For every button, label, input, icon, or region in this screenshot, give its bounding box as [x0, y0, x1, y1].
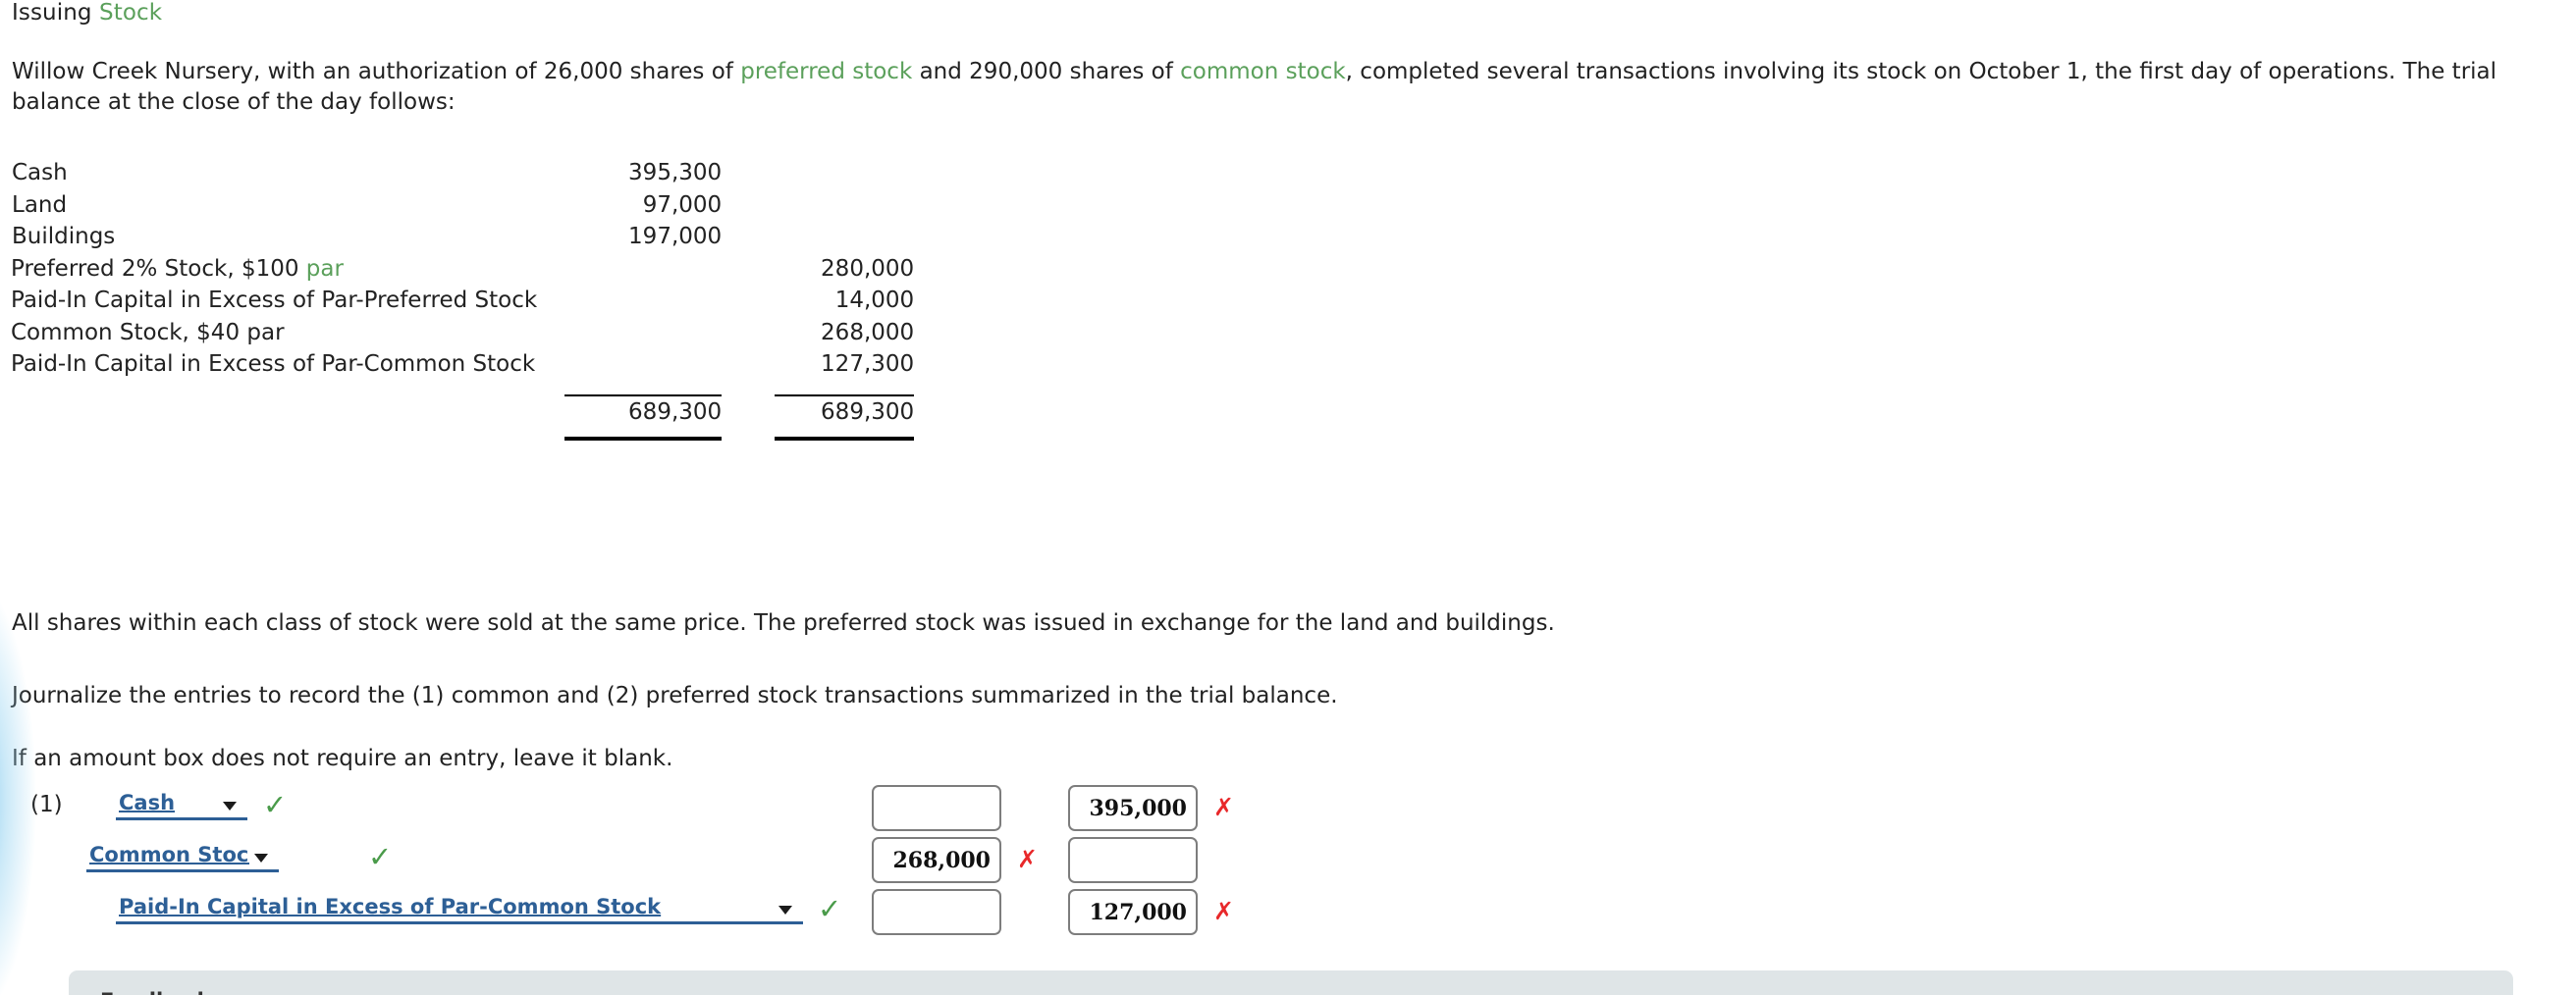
page-title: Issuing Stock — [12, 0, 162, 26]
check-icon-account-2: ✓ — [368, 840, 393, 873]
table-row: Paid-In Capital in Excess of Par-Preferr… — [0, 285, 949, 317]
account-label-cell: Buildings — [0, 221, 547, 253]
credit-cell: 280,000 — [821, 255, 915, 282]
credit-cell — [763, 189, 949, 222]
debit-rule — [547, 381, 763, 396]
debit-cell: 97,000 — [642, 191, 723, 218]
table-row: Paid-In Capital in Excess of Par-Common … — [0, 348, 949, 381]
subtotal-rule-row — [0, 381, 949, 396]
totals-label-cell — [0, 396, 547, 429]
chevron-down-icon: Paid-In Capital in Excess of Par-Common … — [116, 892, 803, 924]
check-icon-account-3: ✓ — [818, 892, 842, 925]
intro-segment-1: Willow Creek Nursery, with an authorizat… — [12, 59, 741, 84]
table-row: Buildings 197,000 — [0, 221, 949, 253]
credit-input-1[interactable] — [1068, 785, 1198, 831]
blank-entry-hint: If an amount box does not require an ent… — [12, 746, 673, 771]
account-label: Paid-In Capital in Excess of Par-Common … — [11, 351, 536, 378]
trial-balance-table: Cash 395,300 Land 97,000 Buildings 197,0… — [0, 157, 949, 444]
credit-cell: 127,300 — [821, 351, 915, 378]
credit-double-rule — [763, 428, 949, 444]
left-edge-glow — [0, 584, 35, 995]
spacer-cell — [0, 428, 547, 444]
debit-double-rule — [547, 428, 763, 444]
credit-input-2[interactable] — [1068, 837, 1198, 883]
credit-cell: 268,000 — [821, 319, 915, 345]
x-icon-debit-2: ✗ — [1017, 845, 1038, 873]
debit-cell — [547, 317, 763, 349]
debit-cell: 395,300 — [628, 160, 723, 186]
account-label-cell: Paid-In Capital in Excess of Par-Preferr… — [0, 285, 547, 317]
credit-cell — [763, 221, 949, 253]
chevron-down-icon: Common Stock — [86, 840, 279, 872]
glossary-link-common-stock[interactable]: common stock — [1180, 59, 1346, 84]
total-debit: 689,300 — [628, 398, 723, 425]
debit-cell — [547, 285, 763, 317]
account-label-cell: Common Stock, $40 par — [0, 317, 547, 349]
x-icon-credit-3: ✗ — [1213, 897, 1234, 925]
debit-cell — [547, 348, 763, 381]
double-rule-row — [0, 428, 949, 444]
table-row: Common Stock, $40 par 268,000 — [0, 317, 949, 349]
account-label: Land — [12, 191, 68, 218]
account-select-1[interactable]: Cash — [116, 788, 247, 820]
account-label: Common Stock, $40 par — [11, 319, 285, 345]
account-label: Paid-In Capital in Excess of Par-Preferr… — [11, 288, 538, 314]
account-select-2[interactable]: Common Stock — [86, 840, 279, 872]
intro-paragraph: Willow Creek Nursery, with an authorizat… — [12, 57, 2564, 118]
account-label: Cash — [12, 160, 68, 186]
account-select-3[interactable]: Paid-In Capital in Excess of Par-Common … — [116, 892, 803, 924]
instruction-paragraph: Journalize the entries to record the (1)… — [12, 683, 1338, 708]
page-title-text: Issuing — [12, 0, 92, 26]
chevron-down-icon: Cash — [116, 788, 247, 820]
intro-segment-2: and 290,000 shares of — [912, 59, 1181, 84]
credit-cell: 14,000 — [834, 288, 915, 314]
account-label-cell: Cash — [0, 157, 547, 189]
account-label-glossary[interactable]: par — [306, 256, 344, 282]
glossary-link-preferred-stock[interactable]: preferred stock — [740, 59, 912, 84]
entry-number-label: (1) — [30, 792, 63, 817]
debit-input-1[interactable] — [872, 785, 1001, 831]
table-row: Cash 395,300 — [0, 157, 949, 189]
x-icon-credit-1: ✗ — [1213, 793, 1234, 821]
note-paragraph: All shares within each class of stock we… — [12, 610, 1555, 636]
feedback-panel: Feedback — [69, 970, 2513, 995]
page-title-glossary-link[interactable]: Stock — [99, 0, 162, 26]
trial-balance-body: Cash 395,300 Land 97,000 Buildings 197,0… — [0, 157, 949, 444]
account-label: Buildings — [12, 224, 116, 250]
feedback-panel-title: Feedback — [100, 989, 211, 995]
debit-input-3[interactable] — [872, 889, 1001, 935]
account-label-cell: Paid-In Capital in Excess of Par-Common … — [0, 348, 547, 381]
spacer-cell — [0, 381, 547, 396]
table-row: Preferred 2% Stock, $100 par 280,000 — [0, 253, 949, 286]
account-label: Preferred 2% Stock, $100 — [11, 255, 306, 282]
debit-input-2[interactable] — [872, 837, 1001, 883]
table-row: Land 97,000 — [0, 189, 949, 222]
credit-input-3[interactable] — [1068, 889, 1198, 935]
credit-cell — [763, 157, 949, 189]
credit-rule — [763, 381, 949, 396]
account-label-cell: Land — [0, 189, 547, 222]
account-label-cell: Preferred 2% Stock, $100 par — [0, 253, 547, 286]
check-icon-account-1: ✓ — [263, 788, 288, 821]
total-credit: 689,300 — [821, 398, 915, 425]
debit-cell — [547, 253, 763, 286]
debit-cell: 197,000 — [628, 224, 723, 250]
totals-row: 689,300 689,300 — [0, 396, 949, 429]
